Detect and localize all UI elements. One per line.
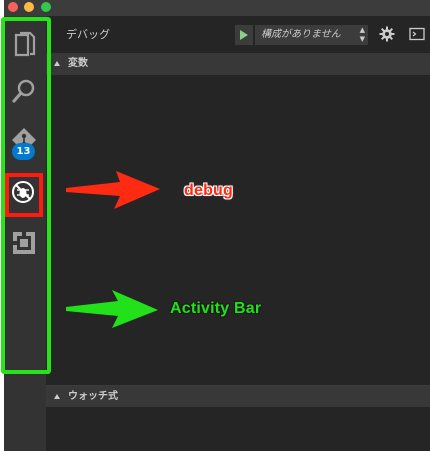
sidebar-header: デバッグ 構成がありません ▲ ▼	[46, 16, 430, 52]
green-arrow-annotation	[66, 290, 158, 328]
activity-search[interactable]	[4, 72, 46, 112]
maximize-window-button[interactable]	[41, 2, 51, 12]
activity-bar: 13	[4, 16, 46, 451]
gear-icon[interactable]	[379, 26, 395, 42]
variables-section-header[interactable]: 変数	[46, 53, 430, 75]
red-arrow-annotation	[66, 171, 160, 209]
minimize-window-button[interactable]	[24, 2, 34, 12]
activity-explorer[interactable]	[4, 25, 46, 65]
collapse-icon	[54, 61, 60, 66]
debug-configuration-select[interactable]: 構成がありません ▲ ▼	[255, 25, 368, 45]
variables-title: 変数	[68, 58, 88, 69]
title-bar	[4, 0, 430, 16]
vscode-window: 13 デバッグ 構成がありません ▲ ▼ 変数 ウォッチ式	[4, 0, 430, 451]
configuration-value: 構成がありません	[261, 29, 341, 40]
search-icon	[12, 79, 35, 103]
select-arrows-icon: ▲ ▼	[359, 26, 365, 43]
debug-annotation-label: debug	[184, 182, 233, 199]
activity-extensions[interactable]	[4, 223, 46, 263]
watch-section-header[interactable]: ウォッチ式	[46, 385, 430, 407]
start-debugging-button[interactable]	[235, 25, 253, 45]
debug-console-icon[interactable]	[409, 27, 425, 41]
git-badge: 13	[12, 143, 35, 160]
extensions-icon	[13, 232, 35, 254]
sidebar-title: デバッグ	[66, 28, 110, 41]
debug-icon	[12, 181, 34, 203]
activity-source-control[interactable]: 13	[4, 120, 46, 160]
play-icon	[240, 30, 248, 40]
activity-debug[interactable]	[4, 172, 46, 212]
watch-title: ウォッチ式	[68, 391, 118, 402]
activity-bar-annotation-label: Activity Bar	[170, 300, 262, 317]
watch-panel	[46, 407, 430, 451]
debug-sidebar: デバッグ 構成がありません ▲ ▼ 変数 ウォッチ式	[46, 16, 430, 451]
variables-panel	[46, 75, 430, 381]
files-icon	[14, 31, 36, 57]
close-window-button[interactable]	[8, 2, 18, 12]
collapse-icon	[54, 394, 60, 399]
